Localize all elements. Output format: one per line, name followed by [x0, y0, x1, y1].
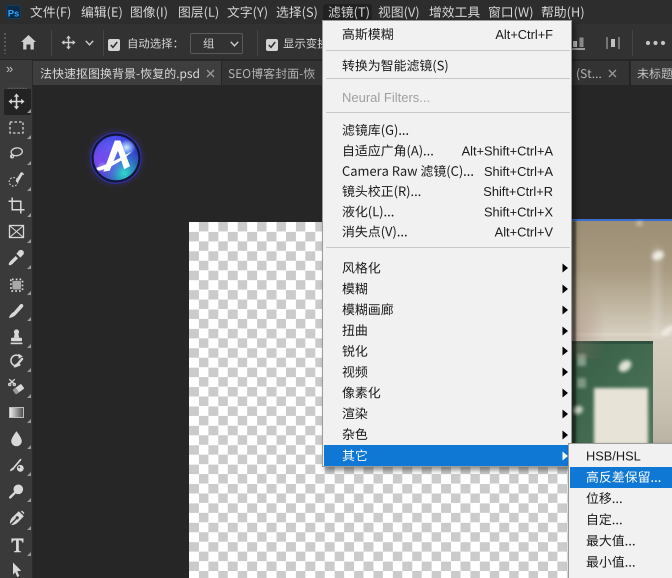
svg-text:Shift+Ctrl+A: Shift+Ctrl+A — [484, 163, 553, 178]
svg-text:Alt+Ctrl+V: Alt+Ctrl+V — [495, 224, 554, 239]
svg-text:Alt+Shift+Ctrl+A: Alt+Shift+Ctrl+A — [462, 143, 554, 158]
svg-text:Neural Filters...: Neural Filters... — [342, 90, 430, 105]
svg-text:Shift+Ctrl+R: Shift+Ctrl+R — [483, 184, 553, 199]
svg-text:Shift+Ctrl+X: Shift+Ctrl+X — [484, 204, 553, 219]
svg-text:Alt+Ctrl+F: Alt+Ctrl+F — [495, 26, 553, 41]
svg-text:HSB/HSL: HSB/HSL — [586, 449, 641, 464]
